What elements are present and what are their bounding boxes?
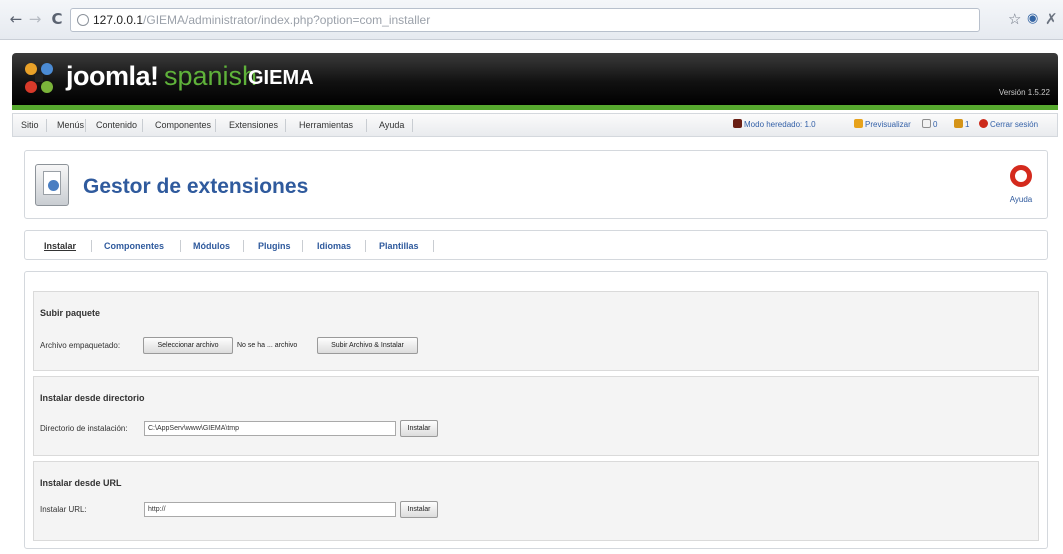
joomla-logo-icon bbox=[25, 63, 53, 93]
address-text: 127.0.0.1/GIEMA/administrator/index.php?… bbox=[93, 13, 430, 27]
admin-header: joomla! spanish GIEMA Versión 1.5.22 bbox=[12, 53, 1058, 105]
preview-label: Previsualizar bbox=[865, 120, 911, 129]
tab-plantillas[interactable]: Plantillas bbox=[379, 241, 419, 251]
package-file-label: Archivo empaquetado: bbox=[40, 341, 121, 350]
preview-link[interactable]: Previsualizar bbox=[854, 119, 911, 131]
wrench-menu-icon[interactable]: ✗ bbox=[1045, 10, 1058, 28]
users-icon bbox=[954, 119, 963, 128]
installer-content: Subir paquete Archivo empaquetado: Selec… bbox=[24, 271, 1048, 549]
submenu-divider bbox=[433, 240, 434, 252]
choose-file-button[interactable]: Seleccionar archivo bbox=[143, 337, 233, 354]
upload-install-button[interactable]: Subir Archivo & Instalar bbox=[317, 337, 418, 354]
menu-divider bbox=[85, 119, 86, 132]
gear-shape bbox=[48, 180, 59, 191]
directory-section-title: Instalar desde directorio bbox=[40, 393, 145, 403]
extension-manager-icon bbox=[35, 164, 69, 206]
users-count: 1 bbox=[965, 120, 970, 129]
menu-item-componentes[interactable]: Componentes bbox=[155, 120, 211, 130]
help-label: Ayuda bbox=[1009, 195, 1033, 204]
url-host: 127.0.0.1 bbox=[93, 13, 144, 27]
url-path: /GIEMA/administrator/index.php?option=co… bbox=[143, 13, 431, 27]
menu-item-sitio[interactable]: Sitio bbox=[21, 120, 39, 130]
tab-plugins[interactable]: Plugins bbox=[258, 241, 291, 251]
users-online: 1 bbox=[954, 119, 969, 131]
extension-icon[interactable]: ◉ bbox=[1027, 10, 1038, 28]
messages-link[interactable]: 0 bbox=[922, 119, 937, 131]
reload-icon[interactable]: C bbox=[48, 10, 66, 28]
file-status-text: No se ha ... archivo bbox=[237, 342, 298, 349]
logout-label: Cerrar sesión bbox=[990, 120, 1039, 129]
install-url-button[interactable]: Instalar bbox=[400, 501, 438, 518]
logo-language: spanish bbox=[164, 61, 258, 91]
lifebuoy-icon bbox=[1010, 165, 1032, 187]
install-url-field[interactable]: http:// bbox=[144, 502, 396, 517]
url-section-title: Instalar desde URL bbox=[40, 478, 122, 488]
menu-divider bbox=[366, 119, 367, 132]
page-globe-icon bbox=[77, 14, 89, 26]
menu-divider bbox=[285, 119, 286, 132]
menu-divider bbox=[412, 119, 413, 132]
directory-label: Directorio de instalación: bbox=[40, 424, 128, 433]
submenu-divider bbox=[243, 240, 244, 252]
install-from-url-section: Instalar desde URL Instalar URL: http://… bbox=[33, 461, 1039, 541]
admin-menubar: Sitio Menús Contenido Componentes Extens… bbox=[12, 113, 1058, 137]
submenu-divider bbox=[365, 240, 366, 252]
submenu-divider bbox=[91, 240, 92, 252]
tab-idiomas[interactable]: Idiomas bbox=[317, 241, 351, 251]
upload-section-title: Subir paquete bbox=[40, 308, 101, 318]
menu-item-menus[interactable]: Menús bbox=[57, 120, 84, 130]
menu-divider bbox=[215, 119, 216, 132]
tab-componentes[interactable]: Componentes bbox=[104, 241, 164, 251]
address-bar[interactable]: 127.0.0.1/GIEMA/administrator/index.php?… bbox=[70, 8, 980, 32]
version-label: Versión 1.5.22 bbox=[998, 88, 1050, 97]
screen: ← → C 127.0.0.1/GIEMA/administrator/inde… bbox=[0, 0, 1063, 554]
install-directory-field[interactable]: C:\AppServ\www\GIEMA\tmp bbox=[144, 421, 396, 436]
upload-package-section: Subir paquete Archivo empaquetado: Selec… bbox=[33, 291, 1039, 371]
submenu-divider bbox=[302, 240, 303, 252]
joomla-logo-text: joomla! bbox=[66, 61, 159, 91]
legacy-mode-label: Modo heredado: 1.0 bbox=[744, 120, 816, 129]
menu-item-extensiones[interactable]: Extensiones bbox=[229, 120, 278, 130]
menu-divider bbox=[46, 119, 47, 132]
submenu-divider bbox=[180, 240, 181, 252]
back-arrow-icon[interactable]: ← bbox=[7, 10, 25, 28]
legacy-mode-status: Modo heredado: 1.0 bbox=[733, 119, 816, 131]
logout-link[interactable]: Cerrar sesión bbox=[979, 119, 1038, 131]
tab-modulos[interactable]: Módulos bbox=[193, 241, 230, 251]
bookmark-star-icon[interactable]: ☆ bbox=[1008, 10, 1021, 28]
menu-item-ayuda[interactable]: Ayuda bbox=[379, 120, 404, 130]
messages-count: 0 bbox=[933, 120, 938, 129]
installer-submenu: Instalar Componentes Módulos Plugins Idi… bbox=[24, 230, 1048, 260]
legacy-mode-icon bbox=[733, 119, 742, 128]
header-accent-line bbox=[12, 105, 1058, 110]
menu-item-herramientas[interactable]: Herramientas bbox=[299, 120, 353, 130]
install-url-label: Instalar URL: bbox=[40, 505, 87, 514]
page-title: Gestor de extensiones bbox=[83, 175, 309, 198]
logout-icon bbox=[979, 119, 988, 128]
install-directory-button[interactable]: Instalar bbox=[400, 420, 438, 437]
page-header-box: Gestor de extensiones Ayuda bbox=[24, 150, 1048, 219]
preview-icon bbox=[854, 119, 863, 128]
browser-toolbar: ← → C 127.0.0.1/GIEMA/administrator/inde… bbox=[0, 0, 1063, 40]
menu-item-contenido[interactable]: Contenido bbox=[96, 120, 137, 130]
forward-arrow-icon[interactable]: → bbox=[26, 10, 44, 28]
help-button[interactable]: Ayuda bbox=[1003, 161, 1039, 211]
messages-icon bbox=[922, 119, 931, 128]
site-name: GIEMA bbox=[248, 67, 314, 89]
tab-instalar[interactable]: Instalar bbox=[44, 241, 76, 251]
menu-divider bbox=[142, 119, 143, 132]
install-from-directory-section: Instalar desde directorio Directorio de … bbox=[33, 376, 1039, 456]
